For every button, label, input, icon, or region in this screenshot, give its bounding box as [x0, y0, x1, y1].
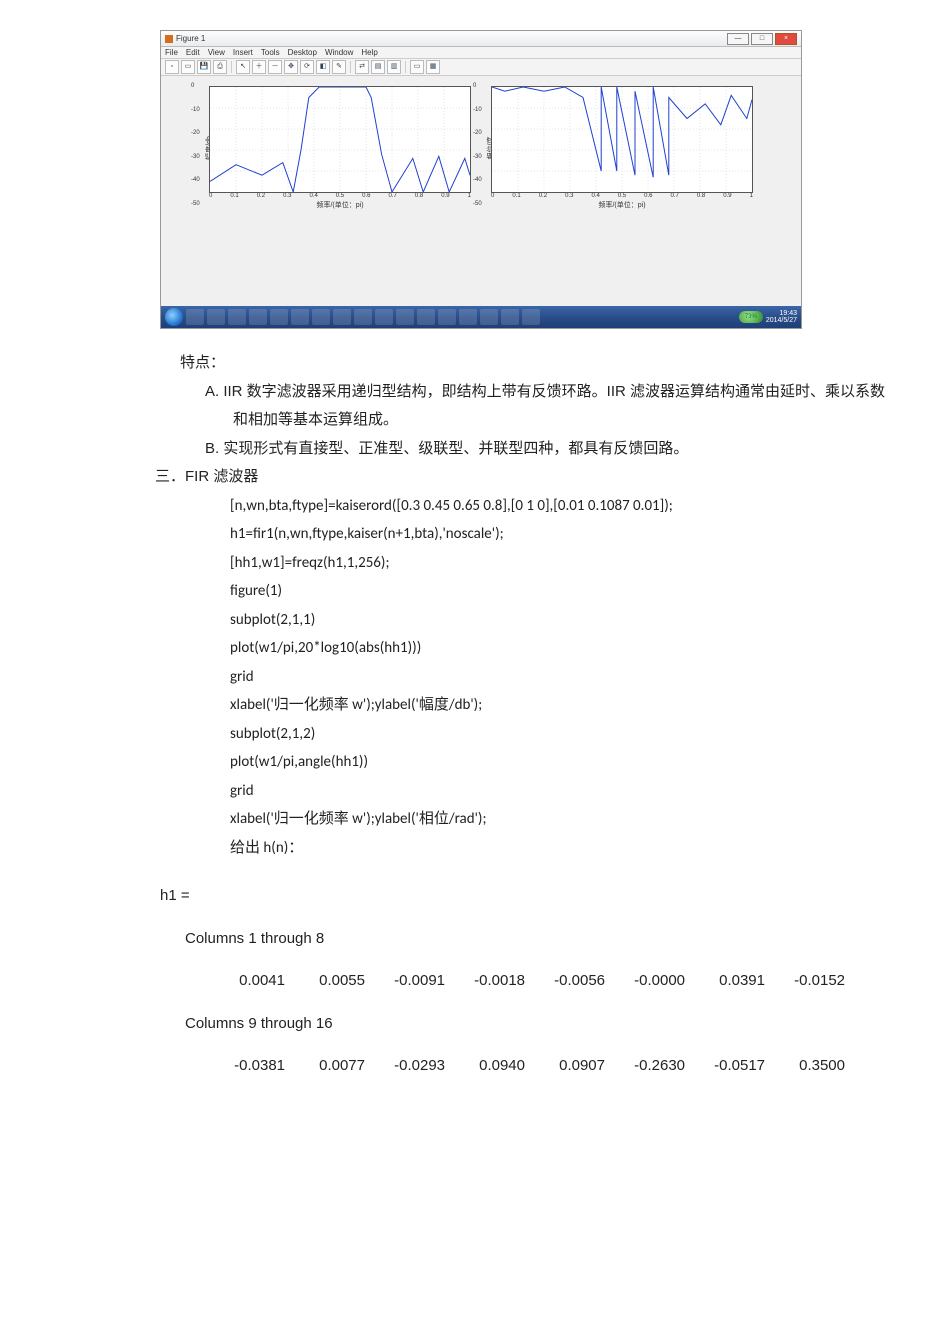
- point-b: B. 实现形式有直接型、正准型、级联型、并联型四种，都具有反馈回路。: [205, 435, 895, 464]
- clock-date: 2014/5/27: [766, 317, 797, 324]
- taskbar-app-icon[interactable]: [438, 309, 456, 325]
- taskbar-app-icon[interactable]: [354, 309, 372, 325]
- yticks-mag: 0 -10 -20 -30 -40 -50: [191, 83, 200, 207]
- menubar: File Edit View Insert Tools Desktop Wind…: [161, 47, 801, 59]
- matlab-figure-window: Figure 1 — □ × File Edit View Insert Too…: [160, 30, 802, 329]
- taskbar-app-icon[interactable]: [501, 309, 519, 325]
- clock-time: 19:43: [779, 310, 797, 317]
- menu-file[interactable]: File: [165, 48, 178, 57]
- taskbar-app-icon[interactable]: [417, 309, 435, 325]
- code-line: figure(1): [230, 577, 895, 606]
- battery-icon[interactable]: 73%: [739, 311, 763, 323]
- toolbar-pointer-icon[interactable]: ↖: [236, 60, 250, 74]
- taskbar-app-icon[interactable]: [291, 309, 309, 325]
- matlab-code-block: [n,wn,bta,ftype]=kaiserord([0.3 0.45 0.6…: [230, 492, 895, 863]
- toolbar-colorbar-icon[interactable]: ▤: [371, 60, 385, 74]
- taskbar-app-icon[interactable]: [375, 309, 393, 325]
- code-line: plot(w1/pi,angle(hh1)): [230, 748, 895, 777]
- windows-taskbar: 73% 19:43 2014/5/27: [161, 306, 801, 328]
- code-line: xlabel('归一化频率 w');ylabel('幅度/db');: [230, 691, 895, 720]
- magnitude-plot-svg: [210, 87, 470, 192]
- taskbar-app-icon[interactable]: [270, 309, 288, 325]
- menu-insert[interactable]: Insert: [233, 48, 253, 57]
- document-body: 特点： A. IIR 数字滤波器采用递归型结构，即结构上带有反馈环路。IIR 滤…: [50, 349, 895, 1081]
- code-line: xlabel('归一化频率 w');ylabel('相位/rad');: [230, 805, 895, 834]
- taskbar-app-icon[interactable]: [480, 309, 498, 325]
- taskbar-app-icon[interactable]: [459, 309, 477, 325]
- toolbar-brush-icon[interactable]: ✎: [332, 60, 346, 74]
- columns-9-16: Columns 9 through 16: [185, 1010, 895, 1039]
- toolbar-link-icon[interactable]: ⇄: [355, 60, 369, 74]
- maximize-button[interactable]: □: [751, 33, 773, 45]
- start-button-icon[interactable]: [165, 308, 183, 326]
- window-title: Figure 1: [176, 34, 205, 43]
- menu-view[interactable]: View: [208, 48, 225, 57]
- yticks-phase: 0 -10 -20 -30 -40 -50: [473, 83, 482, 207]
- tedian-label: 特点：: [180, 349, 895, 378]
- menu-desktop[interactable]: Desktop: [288, 48, 317, 57]
- toolbar-print-icon[interactable]: ⎙: [213, 60, 227, 74]
- taskbar-app-icon[interactable]: [249, 309, 267, 325]
- code-line: 给出 h(n)：: [230, 834, 895, 863]
- xlabel-mag: 频率/(单位：pi): [209, 200, 471, 210]
- minimize-button[interactable]: —: [727, 33, 749, 45]
- phase-plot-svg: [492, 87, 752, 192]
- taskbar-app-icon[interactable]: [333, 309, 351, 325]
- xlabel-phase: 频率/(单位：pi): [491, 200, 753, 210]
- toolbar-new-icon[interactable]: ▫: [165, 60, 179, 74]
- taskbar-app-icon[interactable]: [312, 309, 330, 325]
- h1-row-1: 0.0041 0.0055 -0.0091 -0.0018 -0.0056 -0…: [205, 967, 895, 996]
- close-button[interactable]: ×: [775, 33, 797, 45]
- toolbar-open-icon[interactable]: ▭: [181, 60, 195, 74]
- code-line: [hh1,w1]=freqz(h1,1,256);: [230, 549, 895, 578]
- toolbar-annotate-icon[interactable]: ▭: [410, 60, 424, 74]
- taskbar-app-icon[interactable]: [186, 309, 204, 325]
- menu-tools[interactable]: Tools: [261, 48, 280, 57]
- xticks-mag: 0 0.1 0.2 0.3 0.4 0.5 0.6 0.7 0.8 0.9 1: [209, 193, 471, 199]
- code-line: [n,wn,bta,ftype]=kaiserord([0.3 0.45 0.6…: [230, 492, 895, 521]
- code-line: h1=fir1(n,wn,ftype,kaiser(n+1,bta),'nosc…: [230, 520, 895, 549]
- taskbar-app-icon[interactable]: [228, 309, 246, 325]
- code-line: grid: [230, 777, 895, 806]
- menu-help[interactable]: Help: [361, 48, 377, 57]
- section-3-heading: 三．FIR 滤波器: [155, 463, 895, 492]
- columns-1-8: Columns 1 through 8: [185, 925, 895, 954]
- code-line: subplot(2,1,2): [230, 720, 895, 749]
- axes-magnitude: 幅度/db 0 -10 -20 -30 -40 -50 0 0.1: [209, 86, 471, 210]
- h1-row-2: -0.0381 0.0077 -0.0293 0.0940 0.0907 -0.…: [205, 1052, 895, 1081]
- toolbar-zoomin-icon[interactable]: ＋: [252, 60, 266, 74]
- toolbar-guide-icon[interactable]: ▦: [426, 60, 440, 74]
- code-line: grid: [230, 663, 895, 692]
- window-titlebar: Figure 1 — □ ×: [161, 31, 801, 47]
- taskbar-app-icon[interactable]: [396, 309, 414, 325]
- toolbar-rotate3d-icon[interactable]: ⟳: [300, 60, 314, 74]
- toolbar-save-icon[interactable]: 💾: [197, 60, 211, 74]
- xticks-phase: 0 0.1 0.2 0.3 0.4 0.5 0.6 0.7 0.8 0.9 1: [491, 193, 753, 199]
- menu-window[interactable]: Window: [325, 48, 353, 57]
- toolbar-zoomout-icon[interactable]: －: [268, 60, 282, 74]
- menu-edit[interactable]: Edit: [186, 48, 200, 57]
- code-line: subplot(2,1,1): [230, 606, 895, 635]
- point-a: A. IIR 数字滤波器采用递归型结构，即结构上带有反馈环路。IIR 滤波器运算…: [205, 378, 895, 435]
- toolbar: ▫ ▭ 💾 ⎙ ↖ ＋ － ✥ ⟳ ◧ ✎ ⇄ ▤ ▥ ▭ ▦: [161, 59, 801, 76]
- code-line: plot(w1/pi,20*log10(abs(hh1))): [230, 634, 895, 663]
- toolbar-datatip-icon[interactable]: ◧: [316, 60, 330, 74]
- taskbar-app-icon[interactable]: [522, 309, 540, 325]
- h1-label: h1 =: [160, 882, 895, 911]
- axes-phase: 相位/度 0 -10 -20 -30 -40 -50 0 0.1: [491, 86, 753, 210]
- taskbar-app-icon[interactable]: [207, 309, 225, 325]
- toolbar-pan-icon[interactable]: ✥: [284, 60, 298, 74]
- window-icon: [165, 35, 173, 43]
- figure-canvas: 幅度/db 0 -10 -20 -30 -40 -50 0 0.1: [161, 76, 801, 306]
- toolbar-legend-icon[interactable]: ▥: [387, 60, 401, 74]
- system-tray: 73% 19:43 2014/5/27: [739, 310, 797, 324]
